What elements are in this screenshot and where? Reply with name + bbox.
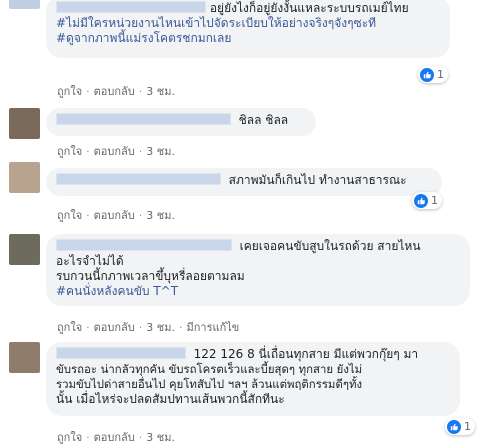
separator: · [178, 321, 183, 334]
commenter-name[interactable] [56, 239, 232, 251]
separator: · [138, 321, 143, 334]
comment-actions: ถูกใจ · ตอบกลับ · 3 ชม. [57, 428, 175, 446]
comment-text-line-3: รบกวนนี้กภาพเวลาขึ้บุหรี่ลอยตามลม [56, 269, 245, 283]
separator: · [138, 145, 143, 158]
reply-link[interactable]: ตอบกลับ [94, 431, 135, 444]
comment-text-line-4: นั้น เมื่อไหร่จะปลดสัมปทานเส้นพวกนี้สักท… [56, 392, 285, 406]
reaction-count[interactable]: 1 [418, 66, 448, 83]
comment-actions: ถูกใจ · ตอบกลับ · 3 ชม. [57, 82, 175, 100]
commenter-name[interactable] [56, 113, 231, 125]
avatar[interactable] [9, 162, 40, 193]
comment-bubble: ชิลล ชิลล [46, 108, 316, 136]
like-link[interactable]: ถูกใจ [57, 321, 82, 334]
avatar[interactable] [9, 108, 40, 139]
thumbs-up-icon [420, 67, 434, 82]
separator: · [86, 321, 90, 334]
comment-bubble: อยู่ยังไงก็อยู่ยังงั้นแหละระบบรถเมย์ไทย … [46, 0, 450, 58]
timestamp[interactable]: 3 ชม. [146, 85, 175, 98]
timestamp[interactable]: 3 ชม. [146, 321, 175, 334]
separator: · [86, 209, 90, 222]
reaction-number: 1 [464, 420, 471, 433]
reaction-count[interactable]: 1 [412, 192, 442, 209]
separator: · [86, 85, 90, 98]
edited-link[interactable]: มีการแก้ไข [186, 321, 239, 334]
hashtag-link[interactable]: #ดูจากภาพนี้แม่รงโคตรชกมกเลย [56, 31, 440, 46]
separator: · [138, 431, 143, 444]
comment-text-line-1: เคยเจอคนขับสูบในรถด้วย สายไหน [239, 239, 421, 253]
comment-text-line-2: ขับรถอะ น่ากลัวทุกคัน ขับรถโครตเร็วและบี… [56, 362, 363, 376]
like-link[interactable]: ถูกใจ [57, 145, 82, 158]
separator: · [86, 145, 90, 158]
timestamp[interactable]: 3 ชม. [146, 209, 175, 222]
separator: · [138, 85, 143, 98]
comment-bubble: 122 126 8 นี่เถื่อนทุกสาย มีแต่พวกกุ๊ยๆ … [46, 342, 460, 416]
commenter-name[interactable] [56, 173, 221, 185]
thumbs-up-icon [414, 193, 428, 208]
comment-text-line-1: ชิลล ชิลล [238, 113, 289, 127]
reply-link[interactable]: ตอบกลับ [94, 321, 135, 334]
timestamp[interactable]: 3 ชม. [146, 145, 175, 158]
like-link[interactable]: ถูกใจ [57, 209, 82, 222]
comment-bubble: สภาพมันก็เกินไป ทำงานสาธารณะ [46, 168, 442, 196]
comment-text-line-1: 122 126 8 นี่เถื่อนทุกสาย มีแต่พวกกุ๊ยๆ … [193, 347, 419, 361]
reaction-count[interactable]: 1 [445, 418, 475, 435]
separator: · [138, 209, 143, 222]
like-link[interactable]: ถูกใจ [57, 85, 82, 98]
reply-link[interactable]: ตอบกลับ [94, 145, 135, 158]
reaction-number: 1 [437, 68, 444, 81]
commenter-name[interactable] [56, 347, 186, 359]
comment-actions: ถูกใจ · ตอบกลับ · 3 ชม. [57, 142, 175, 160]
comment-actions: ถูกใจ · ตอบกลับ · 3 ชม. · มีการแก้ไข [57, 318, 239, 336]
reply-link[interactable]: ตอบกลับ [94, 209, 135, 222]
commenter-name[interactable] [56, 1, 206, 13]
avatar[interactable] [9, 342, 40, 373]
avatar[interactable] [9, 0, 40, 9]
reply-link[interactable]: ตอบกลับ [94, 85, 135, 98]
comment-bubble: เคยเจอคนขับสูบในรถด้วย สายไหน อะไรจำไม่ไ… [46, 234, 470, 306]
avatar[interactable] [9, 234, 40, 265]
comment-text-line-1: อยู่ยังไงก็อยู่ยังงั้นแหละระบบรถเมย์ไทย [209, 1, 409, 15]
hashtag-link[interactable]: #ไม่มีใครหน่วยงานไหนเข้าไปจัดระเบียบให้อ… [56, 16, 440, 31]
comment-text-line-3: รวมขับไปด่าสายอื่นไป คุยโทสับไป ฯลฯ ล้วน… [56, 377, 363, 391]
comment-text-line-1: สภาพมันก็เกินไป ทำงานสาธารณะ [228, 173, 407, 187]
comment-actions: ถูกใจ · ตอบกลับ · 3 ชม. [57, 206, 175, 224]
hashtag-link[interactable]: #คนนั่งหลังคนขับ T^T [56, 284, 178, 298]
timestamp[interactable]: 3 ชม. [146, 431, 175, 444]
comment-text-line-2: อะไรจำไม่ได้ [56, 254, 124, 268]
reaction-number: 1 [431, 194, 438, 207]
like-link[interactable]: ถูกใจ [57, 431, 82, 444]
separator: · [86, 431, 90, 444]
thumbs-up-icon [447, 419, 461, 434]
